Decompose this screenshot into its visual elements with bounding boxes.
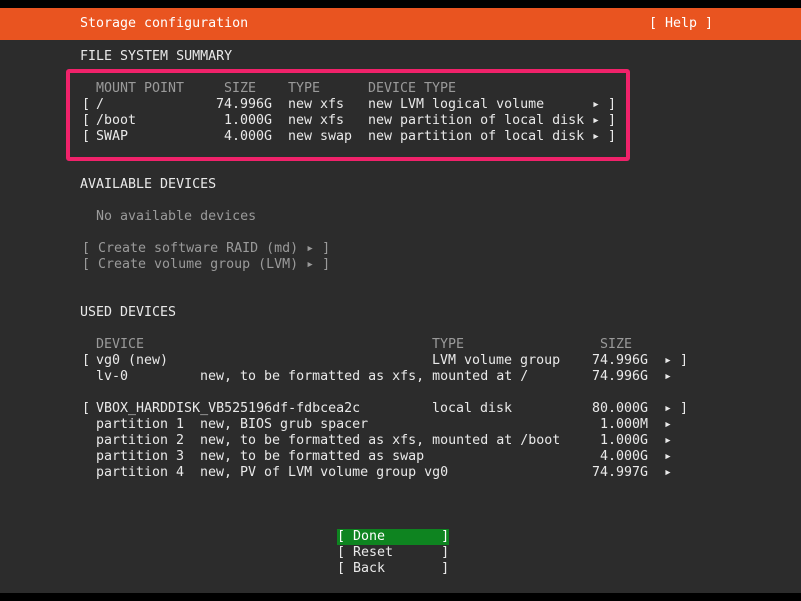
device-name: partition 1	[96, 417, 185, 432]
row-arrow: ▸	[664, 417, 673, 432]
type: new swap	[288, 129, 353, 144]
col-type: TYPE	[432, 337, 465, 352]
col-size: SIZE	[600, 337, 633, 352]
device-size: 74.997G	[592, 465, 649, 480]
device-desc: new, to be formatted as swap	[200, 449, 425, 464]
device-desc: new, PV of LVM volume group vg0	[200, 465, 449, 480]
row-arrow: ▸	[664, 369, 673, 384]
size: 74.996G	[216, 97, 273, 112]
type: new xfs	[288, 97, 345, 112]
fs-summary-title: FILE SYSTEM SUMMARY	[80, 49, 233, 64]
col-type: TYPE	[288, 81, 321, 96]
row-bracket: [	[82, 129, 91, 144]
row-arrow: ▸	[664, 433, 673, 448]
col-device: DEVICE	[96, 337, 145, 352]
installer-screen: Storage configuration [ Help ] FILE SYST…	[0, 0, 801, 601]
size: 1.000G	[224, 113, 273, 128]
mount-point: /boot	[96, 113, 137, 128]
back-button[interactable]: [ Back ]	[337, 561, 449, 577]
row-arrow: ▸ ]	[592, 113, 617, 128]
row-arrow: ▸ ]	[664, 353, 689, 368]
used-devices-title: USED DEVICES	[80, 305, 177, 320]
device-name: VBOX_HARDDISK_VB525196df-fdbcea2c	[96, 401, 361, 416]
row-arrow: ▸ ]	[592, 129, 617, 144]
size: 4.000G	[224, 129, 273, 144]
page-title: Storage configuration	[80, 16, 249, 31]
device-size: 74.996G	[592, 369, 649, 384]
device-size: 74.996G	[592, 353, 649, 368]
device-type: new LVM logical volume	[368, 97, 545, 112]
device-size: 4.000G	[600, 449, 649, 464]
mount-point: SWAP	[96, 129, 129, 144]
create-volume-group-button[interactable]: [ Create volume group (LVM) ▸ ]	[82, 257, 330, 273]
device-size: 1.000G	[600, 433, 649, 448]
available-devices-title: AVAILABLE DEVICES	[80, 177, 217, 192]
device-type: new partition of local disk	[368, 129, 585, 144]
row-bracket: [	[82, 401, 91, 416]
device-name: partition 3	[96, 449, 185, 464]
device-name: partition 4	[96, 465, 185, 480]
device-type: LVM volume group	[432, 353, 561, 368]
row-bracket: [	[82, 97, 91, 112]
help-button[interactable]: [ Help ]	[649, 16, 713, 31]
row-bracket: [	[82, 113, 91, 128]
device-type: local disk	[432, 401, 513, 416]
device-desc: new, BIOS grub spacer	[200, 417, 369, 432]
row-arrow: ▸	[664, 465, 673, 480]
row-arrow: ▸ ]	[664, 401, 689, 416]
row-arrow: ▸ ]	[592, 97, 617, 112]
mount-point: /	[96, 97, 105, 112]
device-size: 1.000M	[600, 417, 649, 432]
header-bar: Storage configuration [ Help ]	[0, 8, 801, 40]
device-type: new partition of local disk	[368, 113, 585, 128]
type: new xfs	[288, 113, 345, 128]
reset-button[interactable]: [ Reset ]	[337, 545, 449, 561]
device-name: partition 2	[96, 433, 185, 448]
device-desc: new, to be formatted as xfs, mounted at …	[200, 433, 561, 448]
col-mount-point: MOUNT POINT	[96, 81, 185, 96]
no-available-devices: No available devices	[96, 209, 257, 224]
row-bracket: [	[82, 353, 91, 368]
create-raid-button[interactable]: [ Create software RAID (md) ▸ ]	[82, 241, 330, 257]
device-desc: new, to be formatted as xfs, mounted at …	[200, 369, 529, 384]
device-name: vg0 (new)	[96, 353, 169, 368]
done-button[interactable]: [ Done ]	[337, 529, 450, 545]
device-size: 80.000G	[592, 401, 649, 416]
col-size: SIZE	[224, 81, 257, 96]
row-arrow: ▸	[664, 449, 673, 464]
col-device-type: DEVICE TYPE	[368, 81, 457, 96]
device-name: lv-0	[96, 369, 129, 384]
